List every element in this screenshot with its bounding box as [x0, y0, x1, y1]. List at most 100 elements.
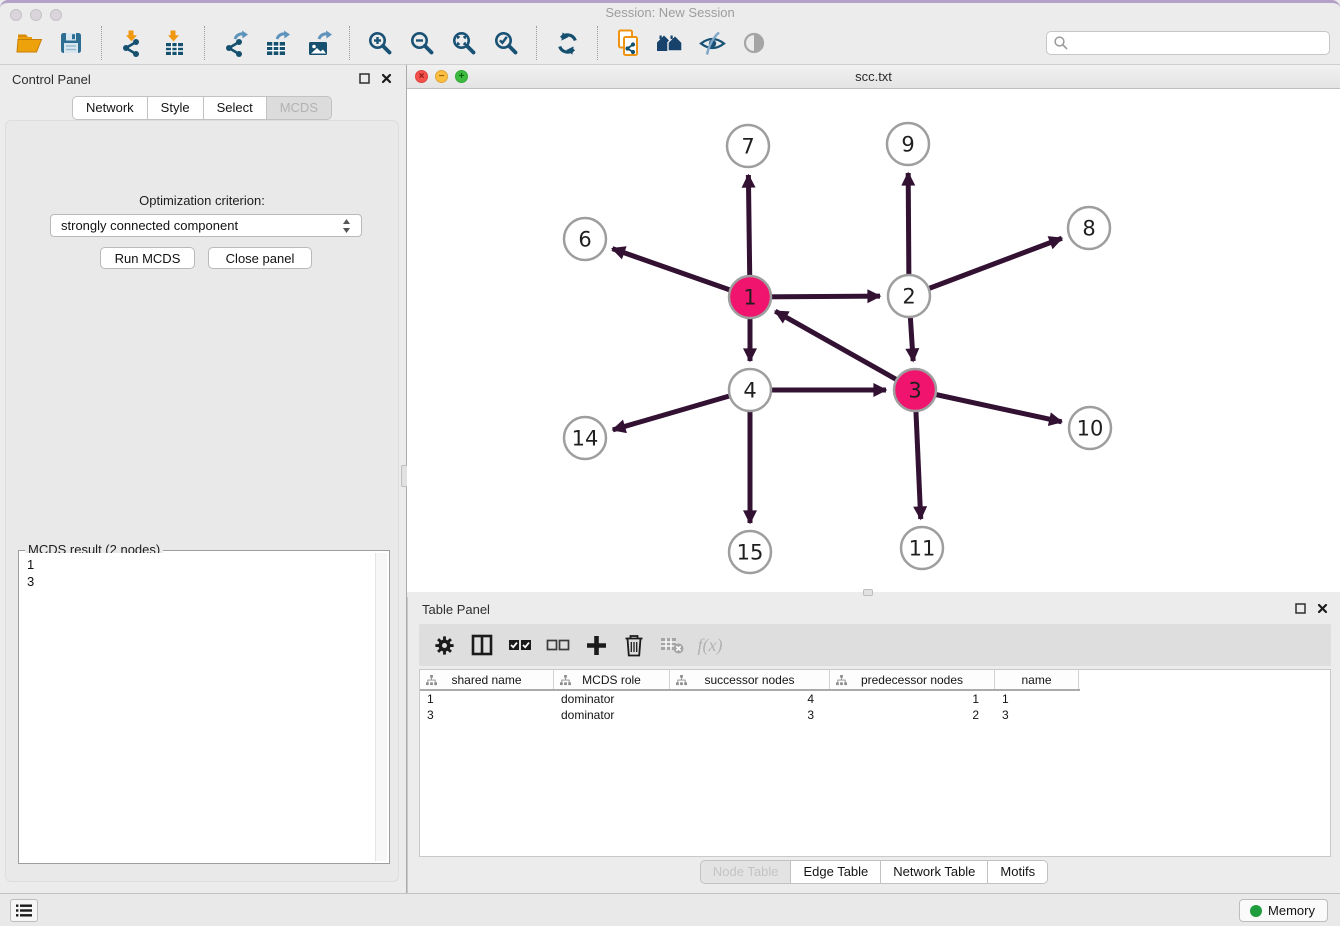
column-header-successor-nodes[interactable]: successor nodes [670, 670, 830, 689]
column-header-shared-name[interactable]: shared name [420, 670, 554, 689]
node-9[interactable]: 9 [887, 123, 929, 165]
column-header-mcds-role[interactable]: MCDS role [554, 670, 670, 689]
network-minimize-button[interactable]: − [435, 70, 448, 83]
float-panel-button[interactable] [359, 72, 370, 84]
cell-name[interactable]: 3 [995, 707, 1079, 723]
maximize-window-button[interactable] [50, 9, 62, 21]
cell-predecessor-nodes[interactable]: 2 [830, 707, 995, 723]
node-3[interactable]: 3 [894, 369, 936, 411]
node-7[interactable]: 7 [727, 125, 769, 167]
mcds-result-list[interactable]: 13 [21, 553, 387, 861]
criterion-select[interactable]: strongly connected component [50, 214, 362, 237]
toolbar-group [216, 24, 338, 62]
node-label: 4 [743, 379, 756, 403]
zoom-out-button[interactable] [403, 24, 441, 62]
edge-2-8[interactable] [909, 238, 1062, 296]
network-graph[interactable]: 7 9 6 8 1 2 4 3 14 10 15 11 [407, 89, 1340, 592]
node-label: 3 [908, 379, 921, 403]
search-input[interactable] [1046, 31, 1330, 55]
graph-canvas[interactable]: 7 9 6 8 1 2 4 3 14 10 15 11 [407, 89, 1340, 592]
column-view-button[interactable] [467, 630, 497, 660]
zoom-fit-icon [451, 30, 478, 57]
status-bar: Memory [0, 893, 1340, 926]
apply-layout-button[interactable] [548, 24, 586, 62]
duplicate-network-button[interactable] [609, 24, 647, 62]
task-history-button[interactable] [10, 899, 38, 922]
cell-shared-name[interactable]: 1 [420, 691, 554, 707]
control-panel-tabs: NetworkStyleSelectMCDS [0, 96, 404, 120]
table-close-panel-button[interactable] [1317, 602, 1328, 614]
function-builder-icon: f(x) [698, 635, 723, 656]
export-image-button[interactable] [300, 24, 338, 62]
node-4[interactable]: 4 [729, 369, 771, 411]
zoom-in-button[interactable] [361, 24, 399, 62]
column-header-predecessor-nodes[interactable]: predecessor nodes [830, 670, 995, 689]
node-2[interactable]: 2 [888, 275, 930, 317]
result-scrollbar[interactable] [375, 553, 387, 861]
column-header-name[interactable]: name [995, 670, 1079, 689]
mcds-result-line: 3 [27, 573, 387, 590]
edge-3-10[interactable] [915, 390, 1062, 422]
table-float-panel-button[interactable] [1295, 602, 1306, 614]
export-table-button[interactable] [258, 24, 296, 62]
tab-mcds[interactable]: MCDS [267, 96, 332, 120]
column-header-label: name [1021, 673, 1051, 687]
node-6[interactable]: 6 [564, 218, 606, 260]
cell-mcds-role[interactable]: dominator [554, 707, 670, 723]
export-network-button[interactable] [216, 24, 254, 62]
hide-graphics-details-icon [699, 31, 726, 56]
add-column-button[interactable] [581, 630, 611, 660]
toolbar-button-groups [10, 24, 773, 62]
network-maximize-button[interactable]: + [455, 70, 468, 83]
close-panel-button[interactable] [381, 72, 392, 84]
import-table-button[interactable] [155, 24, 193, 62]
tab-select[interactable]: Select [204, 96, 267, 120]
cell-predecessor-nodes[interactable]: 1 [830, 691, 995, 707]
cell-successor-nodes[interactable]: 3 [670, 707, 830, 723]
node-11[interactable]: 11 [901, 527, 943, 569]
run-mcds-button[interactable]: Run MCDS [100, 247, 195, 269]
gear-button[interactable] [429, 630, 459, 660]
hide-graphics-details-button[interactable] [693, 24, 731, 62]
search-icon [1053, 35, 1069, 51]
delete-column-button[interactable] [619, 630, 649, 660]
toolbar-group [10, 24, 90, 62]
tab-style[interactable]: Style [148, 96, 204, 120]
tab-node-table[interactable]: Node Table [700, 860, 792, 884]
cell-name[interactable]: 1 [995, 691, 1079, 707]
node-1[interactable]: 1 [729, 276, 771, 318]
deselect-all-button[interactable] [543, 630, 573, 660]
tab-network[interactable]: Network [72, 96, 148, 120]
memory-status-dot [1250, 905, 1262, 917]
memory-button[interactable]: Memory [1239, 899, 1328, 922]
node-8[interactable]: 8 [1068, 207, 1110, 249]
node-15[interactable]: 15 [729, 531, 771, 573]
welcome-screen-button[interactable] [651, 24, 689, 62]
network-close-button[interactable]: × [415, 70, 428, 83]
minimize-window-button[interactable] [30, 9, 42, 21]
select-all-button[interactable] [505, 630, 535, 660]
node-10[interactable]: 10 [1069, 407, 1111, 449]
open-file-button[interactable] [10, 24, 48, 62]
node-14[interactable]: 14 [564, 417, 606, 459]
mcds-panel: Optimization criterion: strongly connect… [5, 120, 399, 882]
cell-mcds-role[interactable]: dominator [554, 691, 670, 707]
horizontal-splitter-grip[interactable] [863, 589, 873, 596]
cell-shared-name[interactable]: 3 [420, 707, 554, 723]
table-row: 1dominator411 [420, 691, 1330, 707]
node-label: 11 [909, 537, 936, 561]
close-panel-action-button[interactable]: Close panel [208, 247, 312, 269]
tab-motifs[interactable]: Motifs [988, 860, 1048, 884]
zoom-fit-button[interactable] [445, 24, 483, 62]
cell-successor-nodes[interactable]: 4 [670, 691, 830, 707]
save-session-button[interactable] [52, 24, 90, 62]
import-network-button[interactable] [113, 24, 151, 62]
tab-edge-table[interactable]: Edge Table [791, 860, 881, 884]
tab-network-table[interactable]: Network Table [881, 860, 988, 884]
application-window: { "window": { "title": "Session: New Ses… [0, 0, 1340, 926]
toolbar-separator [536, 26, 537, 60]
zoom-selected-button[interactable] [487, 24, 525, 62]
close-window-button[interactable] [10, 9, 22, 21]
edge-3-1[interactable] [775, 311, 915, 390]
node-table: shared nameMCDS rolesuccessor nodesprede… [419, 669, 1331, 857]
